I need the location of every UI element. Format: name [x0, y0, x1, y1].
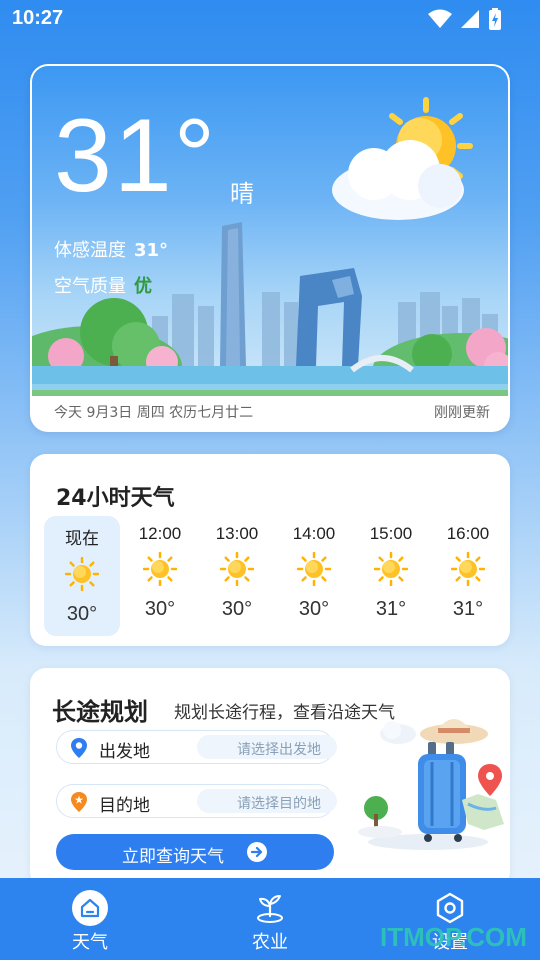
sun-icon: [296, 551, 332, 587]
arrow-right-icon: [247, 842, 267, 862]
air-quality-row: 空气质量优: [54, 272, 152, 298]
battery-icon: [489, 8, 501, 30]
nav-item-agriculture[interactable]: 农业: [210, 878, 330, 960]
hour-temp: 30°: [144, 598, 176, 620]
hour-time: 14:00: [292, 524, 336, 543]
hour-temp: 31°: [452, 598, 484, 620]
status-bar: 10:27: [0, 0, 540, 40]
current-weather-card[interactable]: 31° 晴 体感温度 31° 空气质量优 今天 9月3日 周四 农历七月廿二 刚刚…: [30, 64, 510, 432]
signal-icon: [461, 10, 479, 28]
travel-luggage-illustration: [358, 719, 504, 850]
sun-icon: [219, 551, 255, 587]
destination-field[interactable]: 目的地 请选择目的地: [56, 784, 337, 818]
nav-item-weather[interactable]: 天气: [30, 878, 150, 960]
date-line: 今天 9月3日 周四 农历七月廿二: [54, 405, 254, 421]
destination-placeholder: 请选择目的地: [237, 796, 321, 812]
hour-time: 13:00: [215, 524, 259, 543]
hour-temp: 31°: [375, 598, 407, 620]
hour-time: 15:00: [369, 524, 413, 543]
hourly-item[interactable]: 16:00 31°: [430, 516, 506, 636]
air-quality-value: 优: [134, 276, 152, 297]
origin-field[interactable]: 出发地 请选择出发地: [56, 730, 337, 764]
hour-temp: 30°: [298, 598, 330, 620]
trip-title: 长途规划: [52, 698, 148, 726]
destination-label: 目的地: [99, 796, 150, 816]
update-status: 刚刚更新: [434, 405, 490, 421]
current-temperature: 31°: [54, 98, 218, 214]
origin-placeholder: 请选择出发地: [237, 742, 321, 758]
nav-label-weather: 天气: [72, 932, 108, 953]
hour-temp: 30°: [66, 603, 98, 625]
query-weather-label: 立即查询天气: [122, 847, 224, 867]
sun-icon: [64, 556, 100, 592]
feels-like-row: 体感温度 31°: [54, 236, 168, 262]
hour-time: 16:00: [446, 524, 490, 543]
sun-cloud-icon: [332, 97, 473, 220]
status-icons: [428, 8, 502, 30]
status-time: 10:27: [12, 7, 64, 29]
weather-condition: 晴: [230, 180, 254, 208]
location-pin-icon: [71, 738, 87, 758]
destination-pin-icon: [71, 792, 87, 812]
feels-like-label: 体感温度: [54, 240, 126, 261]
sun-icon: [142, 551, 178, 587]
hourly-item[interactable]: 14:00 30°: [276, 516, 352, 636]
origin-label: 出发地: [99, 742, 150, 762]
hourly-item[interactable]: 15:00 31°: [353, 516, 429, 636]
hourly-forecast-card: 24小时天气 现在 30° 12:00 30° 13:00 30° 14:00 …: [30, 454, 510, 646]
nav-label-agriculture: 农业: [252, 932, 288, 953]
trip-planner-card: 长途规划 规划长途行程，查看沿途天气 出发地 请选择出发地 目的地 请选择目的地…: [30, 668, 510, 888]
weather-hero: 31° 晴 体感温度 31° 空气质量优: [32, 66, 508, 396]
air-quality-label: 空气质量: [54, 276, 126, 297]
sprout-icon: [257, 895, 283, 923]
sun-icon: [373, 551, 409, 587]
hour-time: 现在: [65, 529, 99, 548]
hourly-item[interactable]: 13:00 30°: [199, 516, 275, 636]
hourly-item[interactable]: 12:00 30°: [122, 516, 198, 636]
hourly-item[interactable]: 现在 30°: [44, 516, 120, 636]
home-icon: [70, 888, 110, 928]
watermark: ITMOP.COM: [380, 922, 527, 952]
hour-time: 12:00: [138, 524, 182, 543]
hour-temp: 30°: [221, 598, 253, 620]
wifi-icon: [428, 9, 452, 28]
sun-icon: [450, 551, 486, 587]
hourly-title: 24小时天气: [56, 486, 175, 511]
query-weather-button[interactable]: 立即查询天气: [56, 834, 334, 870]
feels-like-value: 31°: [134, 240, 169, 261]
